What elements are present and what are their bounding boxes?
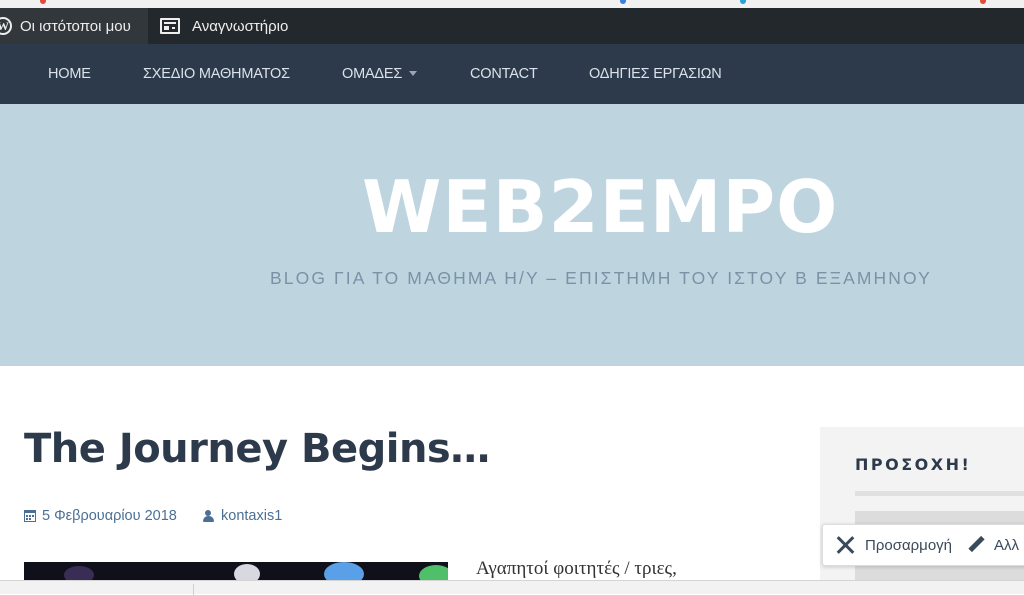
user-icon	[203, 510, 214, 522]
wordpress-icon: W	[0, 17, 12, 35]
post-excerpt: Αγαπητοί φοιτητές / τριες,	[476, 558, 677, 579]
post-author: kontaxis1	[221, 508, 283, 524]
site-title[interactable]: WEB2EMPO	[362, 162, 838, 252]
customize-bar: Προσαρμογή Αλλ	[822, 524, 1024, 566]
tools-icon	[835, 535, 855, 555]
image-detail	[324, 562, 364, 582]
browser-status-bar	[0, 580, 1024, 595]
reader-button[interactable]: Αναγνωστήριο	[160, 8, 288, 44]
reader-icon	[160, 18, 180, 34]
nav-item-contact[interactable]: CONTACT	[470, 44, 538, 104]
post-featured-image[interactable]	[24, 562, 448, 582]
nav-item-groups[interactable]: ΟΜΑΔΕΣ	[342, 44, 418, 104]
nav-item-assignment-guidelines[interactable]: ΟΔΗΓΙΕΣ ΕΡΓΑΣΙΩΝ	[589, 44, 722, 104]
pencil-icon	[966, 535, 986, 555]
chevron-down-icon	[409, 70, 418, 76]
my-sites-button[interactable]: W Οι ιστότοποι μου	[0, 8, 148, 44]
calendar-icon	[24, 510, 36, 522]
wp-admin-bar: W Οι ιστότοποι μου Αναγνωστήριο	[0, 8, 1024, 44]
site-header-banner: WEB2EMPO BLOG ΓΙΑ ΤΟ ΜΑΘΗΜΑ Η/Υ – ΕΠΙΣΤΗ…	[0, 104, 1024, 366]
main-navigation: HOME ΣΧΕΔΙΟ ΜΑΘΗΜΑΤΟΣ ΟΜΑΔΕΣ CONTACT ΟΔΗ…	[0, 44, 1024, 104]
post-date: 5 Φεβρουαρίου 2018	[42, 508, 177, 524]
status-bar-divider	[193, 584, 194, 595]
tab-indicator	[40, 0, 46, 4]
nav-item-groups-label: ΟΜΑΔΕΣ	[342, 66, 403, 82]
post-date-link[interactable]: 5 Φεβρουαρίου 2018	[24, 508, 177, 524]
widget-title: ΠΡΟΣΟΧΗ!	[855, 455, 972, 474]
nav-item-home[interactable]: HOME	[48, 44, 91, 104]
edit-label: Αλλ	[994, 536, 1020, 554]
tab-indicator	[740, 0, 746, 4]
tab-indicator	[980, 0, 986, 4]
nav-item-course-plan[interactable]: ΣΧΕΔΙΟ ΜΑΘΗΜΑΤΟΣ	[143, 44, 290, 104]
tab-indicator	[620, 0, 626, 4]
reader-label: Αναγνωστήριο	[192, 17, 289, 35]
customize-label: Προσαρμογή	[865, 536, 952, 554]
sidebar-widget: ΠΡΟΣΟΧΗ!	[820, 427, 1024, 594]
my-sites-label: Οι ιστότοποι μου	[20, 17, 131, 35]
customize-button[interactable]: Προσαρμογή	[823, 535, 952, 555]
site-tagline: BLOG ΓΙΑ ΤΟ ΜΑΘΗΜΑ Η/Υ – ΕΠΙΣΤΗΜΗ ΤΟΥ ΙΣ…	[270, 268, 932, 288]
post-title[interactable]: The Journey Begins…	[24, 426, 490, 472]
edit-button[interactable]: Αλλ	[952, 535, 1019, 555]
widget-divider	[855, 491, 1024, 496]
post-author-link[interactable]: kontaxis1	[203, 508, 282, 524]
